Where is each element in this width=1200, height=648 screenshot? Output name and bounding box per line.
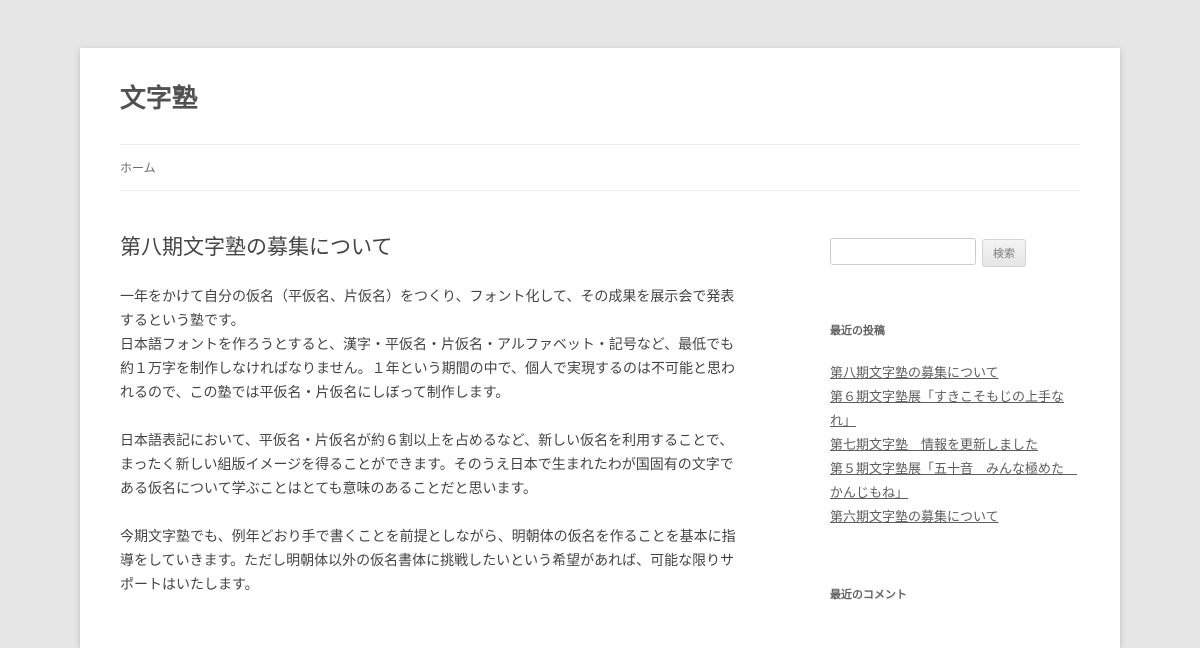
recent-posts-list: 第八期文字塾の募集について 第６期文字塾展「すきこそもじの上手なれ」 第七期文字… (830, 362, 1080, 530)
text-line: れるので、この塾では平仮名・片仮名にしぼって制作します。 (120, 385, 510, 402)
recent-post-link[interactable]: 第七期文字塾 情報を更新しました (830, 438, 1038, 453)
post-body: 一年をかけて自分の仮名（平仮名、片仮名）をつくり、フォント化して、その成果を展示… (120, 285, 738, 597)
recent-comments-heading: 最近のコメント (830, 588, 907, 601)
main-content: 第八期文字塾の募集について 一年をかけて自分の仮名（平仮名、片仮名）をつくり、フ… (120, 234, 738, 621)
text-line: 約１万字を制作しなければなりません。１年という期間の中で、個人で実現するのは不可… (120, 361, 736, 378)
search-input[interactable] (830, 238, 976, 265)
page-container: 文字塾 ホーム 第八期文字塾の募集について 一年をかけて自分の仮名（平仮名、片仮… (80, 48, 1120, 648)
list-item: 第６期文字塾展「すきこそもじの上手なれ」 (830, 386, 1080, 434)
list-item: 第七期文字塾 情報を更新しました (830, 434, 1080, 458)
post-paragraph: 日本語表記において、平仮名・片仮名が約６割以上を占めるなど、新しい仮名を利用する… (120, 429, 738, 501)
text-line: 今期文字塾でも、例年どおり手で書くことを前提としながら、明朝体の仮名を作ることを… (120, 529, 736, 546)
search-button[interactable]: 検索 (982, 239, 1026, 267)
sidebar: 検索 最近の投稿 第八期文字塾の募集について 第６期文字塾展「すきこそもじの上手… (830, 238, 1080, 601)
recent-post-link[interactable]: 第八期文字塾の募集について (830, 366, 999, 381)
post-paragraph: 今期文字塾でも、例年どおり手で書くことを前提としながら、明朝体の仮名を作ることを… (120, 525, 738, 597)
main-navigation: ホーム (120, 144, 1080, 191)
site-title[interactable]: 文字塾 (120, 78, 198, 115)
search-form: 検索 (830, 238, 1080, 268)
text-line: 導をしていきます。ただし明朝体以外の仮名書体に挑戦したいという希望があれば、可能… (120, 553, 735, 570)
text-line: するという塾です。 (120, 313, 245, 330)
nav-item-home[interactable]: ホーム (120, 159, 156, 176)
text-line: 一年をかけて自分の仮名（平仮名、片仮名）をつくり、フォント化して、その成果を展示… (120, 289, 735, 306)
recent-post-link[interactable]: 第六期文字塾の募集について (830, 510, 999, 525)
list-item: 第５期文字塾展「五十音 みんな極めた かんじもね」 (830, 458, 1080, 506)
text-line: 日本語フォントを作ろうとすると、漢字・平仮名・片仮名・アルファベット・記号など、… (120, 337, 735, 354)
recent-post-link[interactable]: 第６期文字塾展「すきこそもじの上手なれ」 (830, 390, 1064, 429)
recent-posts-heading: 最近の投稿 (830, 324, 885, 337)
list-item: 第六期文字塾の募集について (830, 506, 1080, 530)
text-line: まったく新しい組版イメージを得ることができます。そのうえ日本で生まれたわが国固有… (120, 457, 734, 474)
list-item: 第八期文字塾の募集について (830, 362, 1080, 386)
post-title[interactable]: 第八期文字塾の募集について (120, 234, 738, 261)
recent-post-link[interactable]: 第５期文字塾展「五十音 みんな極めた かんじもね」 (830, 462, 1077, 501)
text-line: ポートはいたします。 (120, 577, 259, 594)
text-line: ある仮名について学ぶことはとても意味のあることだと思います。 (120, 481, 538, 498)
text-line: 日本語表記において、平仮名・片仮名が約６割以上を占めるなど、新しい仮名を利用する… (120, 433, 734, 450)
post-paragraph: 一年をかけて自分の仮名（平仮名、片仮名）をつくり、フォント化して、その成果を展示… (120, 285, 738, 405)
